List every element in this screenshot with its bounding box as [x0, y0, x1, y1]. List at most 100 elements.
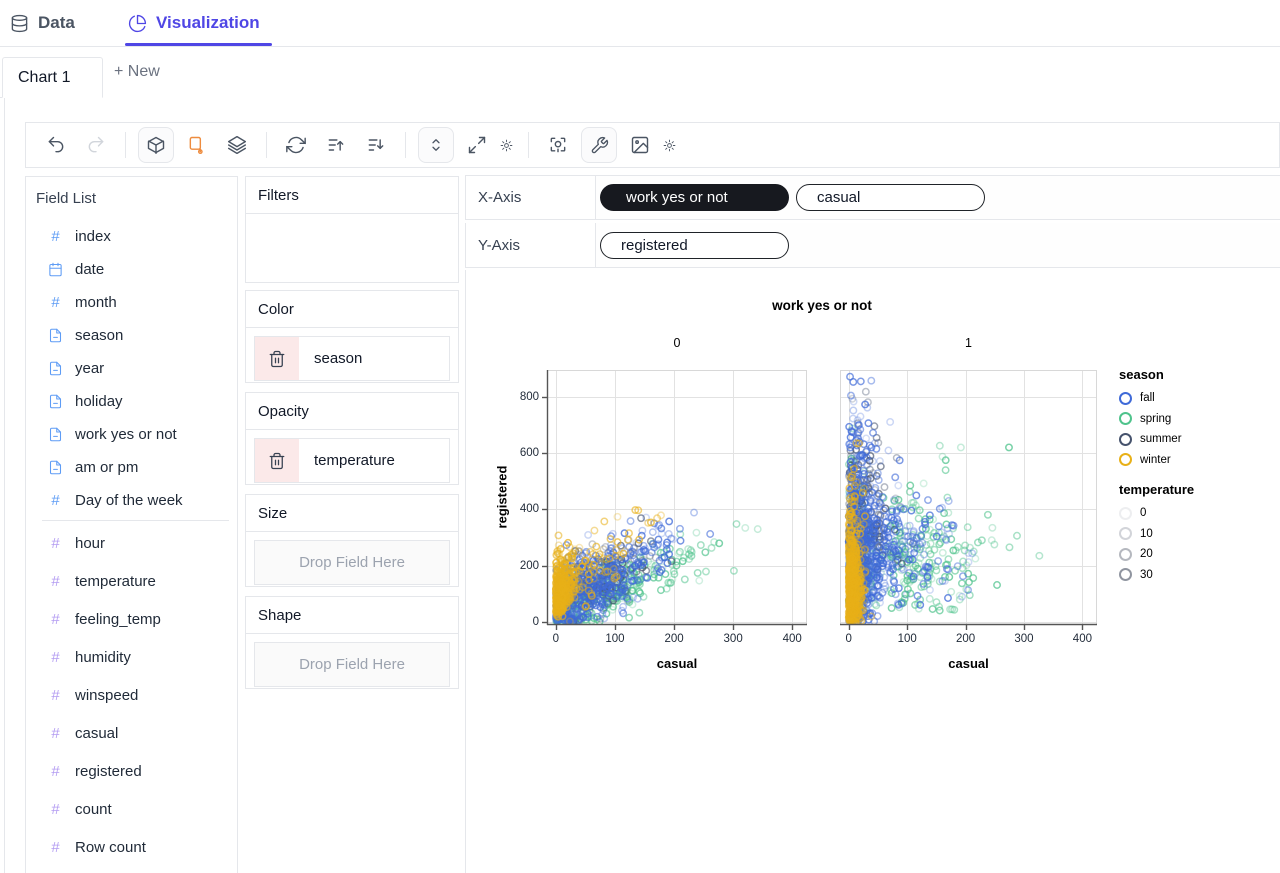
- encoding-pill[interactable]: casual: [796, 184, 985, 211]
- hash-icon: #: [51, 228, 60, 245]
- field-item[interactable]: holiday: [26, 385, 237, 418]
- hash-icon: #: [51, 800, 60, 818]
- x-tick-label: 100: [897, 633, 917, 645]
- legend-symbol-circle: [1119, 568, 1132, 582]
- legend-symbol-circle: [1119, 547, 1132, 561]
- field-item-label: Row count: [75, 838, 146, 856]
- field-item[interactable]: date: [26, 253, 237, 286]
- x-axis-row: X-Axis work yes or not casual: [465, 175, 1280, 220]
- legend-gap: [1119, 470, 1259, 482]
- undo-icon[interactable]: [39, 128, 73, 162]
- text-icon: [47, 394, 64, 409]
- export-image-icon[interactable]: [623, 128, 657, 162]
- color-card: Color season: [245, 290, 459, 383]
- legend-item: 20: [1119, 544, 1259, 565]
- color-header: Color: [246, 291, 458, 328]
- tab-data[interactable]: Data: [10, 0, 75, 46]
- chart-tab-1[interactable]: Chart 1: [2, 57, 103, 98]
- tools-wrench-icon[interactable]: [581, 127, 617, 163]
- redo-icon[interactable]: [79, 128, 113, 162]
- x-tick-label: 0: [845, 633, 852, 645]
- explore-mode-icon[interactable]: [541, 128, 575, 162]
- y-axis-drop-zone[interactable]: registered: [596, 223, 1280, 267]
- hash-icon: #: [51, 572, 60, 590]
- toolbar-divider: [125, 132, 126, 158]
- field-item[interactable]: am or pm: [26, 451, 237, 484]
- legend-item-label: 0: [1140, 507, 1147, 520]
- x-tick-label: 0: [552, 633, 560, 645]
- y-tick-label: 0: [532, 616, 539, 629]
- x-axis-drop-zone[interactable]: work yes or not casual: [596, 176, 1280, 219]
- tab-visualization[interactable]: Visualization: [128, 0, 260, 46]
- scatter-facet-0[interactable]: [539, 370, 807, 633]
- legend-item-label: 10: [1140, 527, 1153, 540]
- chart-legend: season fall spring summer winter temperature 0…: [1119, 367, 1259, 585]
- remove-opacity-field-button[interactable]: [255, 439, 299, 482]
- field-item-label: index: [75, 228, 111, 245]
- sort-ascending-icon[interactable]: [319, 128, 353, 162]
- filters-header: Filters: [246, 177, 458, 214]
- y-axis-label: Y-Axis: [466, 223, 596, 267]
- facet-header: 0: [673, 336, 681, 350]
- field-item[interactable]: # registered: [26, 752, 237, 790]
- remove-color-field-button[interactable]: [255, 337, 299, 380]
- field-item-label: hour: [75, 534, 106, 552]
- field-item[interactable]: # Row count: [26, 828, 237, 866]
- field-item[interactable]: work yes or not: [26, 418, 237, 451]
- hash-icon: #: [51, 648, 60, 666]
- filters-drop-area[interactable]: [246, 214, 458, 282]
- opacity-field-pill[interactable]: temperature: [254, 438, 450, 483]
- calendar-icon: [47, 262, 64, 277]
- trash-icon: [268, 350, 286, 368]
- field-item[interactable]: # month: [26, 286, 237, 319]
- export-settings-gear-icon[interactable]: [660, 128, 678, 162]
- encoding-pill[interactable]: registered: [600, 231, 789, 259]
- field-item[interactable]: # Day of the week: [26, 484, 237, 517]
- facet-header: 1: [965, 336, 972, 350]
- shape-drop-zone[interactable]: Drop Field Here: [254, 642, 450, 687]
- field-item[interactable]: # casual: [26, 714, 237, 752]
- new-chart-button[interactable]: + New: [114, 47, 160, 97]
- shape-card: Shape Drop Field Here: [245, 596, 459, 689]
- field-item[interactable]: year: [26, 352, 237, 385]
- y-tick-label: 200: [519, 559, 539, 572]
- filters-card: Filters: [245, 176, 459, 283]
- field-item[interactable]: # feeling_temp: [26, 600, 237, 638]
- layers-icon[interactable]: [220, 128, 254, 162]
- field-item[interactable]: season: [26, 319, 237, 352]
- sort-descending-icon[interactable]: [359, 128, 393, 162]
- x-axis-label: X-Axis: [466, 176, 596, 219]
- hash-icon: #: [51, 724, 60, 742]
- y-tick-label: 400: [519, 503, 539, 516]
- opacity-card: Opacity temperature: [245, 392, 459, 485]
- field-item[interactable]: # index: [26, 220, 237, 253]
- scatter-facet-1[interactable]: [840, 370, 1097, 633]
- legend-symbol-circle: [1119, 506, 1132, 520]
- field-item[interactable]: # humidity: [26, 638, 237, 676]
- field-item-label: feeling_temp: [75, 610, 161, 628]
- text-icon: [47, 361, 64, 376]
- hash-icon: #: [51, 294, 60, 311]
- size-card: Size Drop Field Here: [245, 494, 459, 587]
- color-field-pill[interactable]: season: [254, 336, 450, 381]
- field-item[interactable]: # winspeed: [26, 676, 237, 714]
- legend-item: winter: [1119, 450, 1259, 471]
- hash-icon: #: [51, 610, 60, 628]
- mark-type-icon[interactable]: [180, 128, 214, 162]
- text-icon: [47, 427, 64, 442]
- chart-tabs-row: Chart 1 + New: [0, 47, 1280, 98]
- transpose-icon[interactable]: [279, 128, 313, 162]
- aggregation-cube-icon[interactable]: [138, 127, 174, 163]
- field-item-label: holiday: [75, 393, 123, 410]
- field-item[interactable]: # temperature: [26, 562, 237, 600]
- size-drop-zone[interactable]: Drop Field Here: [254, 540, 450, 585]
- x-axis-title: casual: [656, 656, 698, 671]
- resize-canvas-icon[interactable]: [460, 128, 494, 162]
- legend-title-temperature: temperature: [1119, 482, 1195, 497]
- field-item[interactable]: # hour: [26, 524, 237, 562]
- resize-vertical-icon[interactable]: [418, 127, 454, 163]
- field-item[interactable]: # count: [26, 790, 237, 828]
- legend-symbol-circle: [1119, 527, 1132, 541]
- resize-settings-gear-icon[interactable]: [497, 128, 515, 162]
- encoding-pill[interactable]: work yes or not: [600, 184, 789, 211]
